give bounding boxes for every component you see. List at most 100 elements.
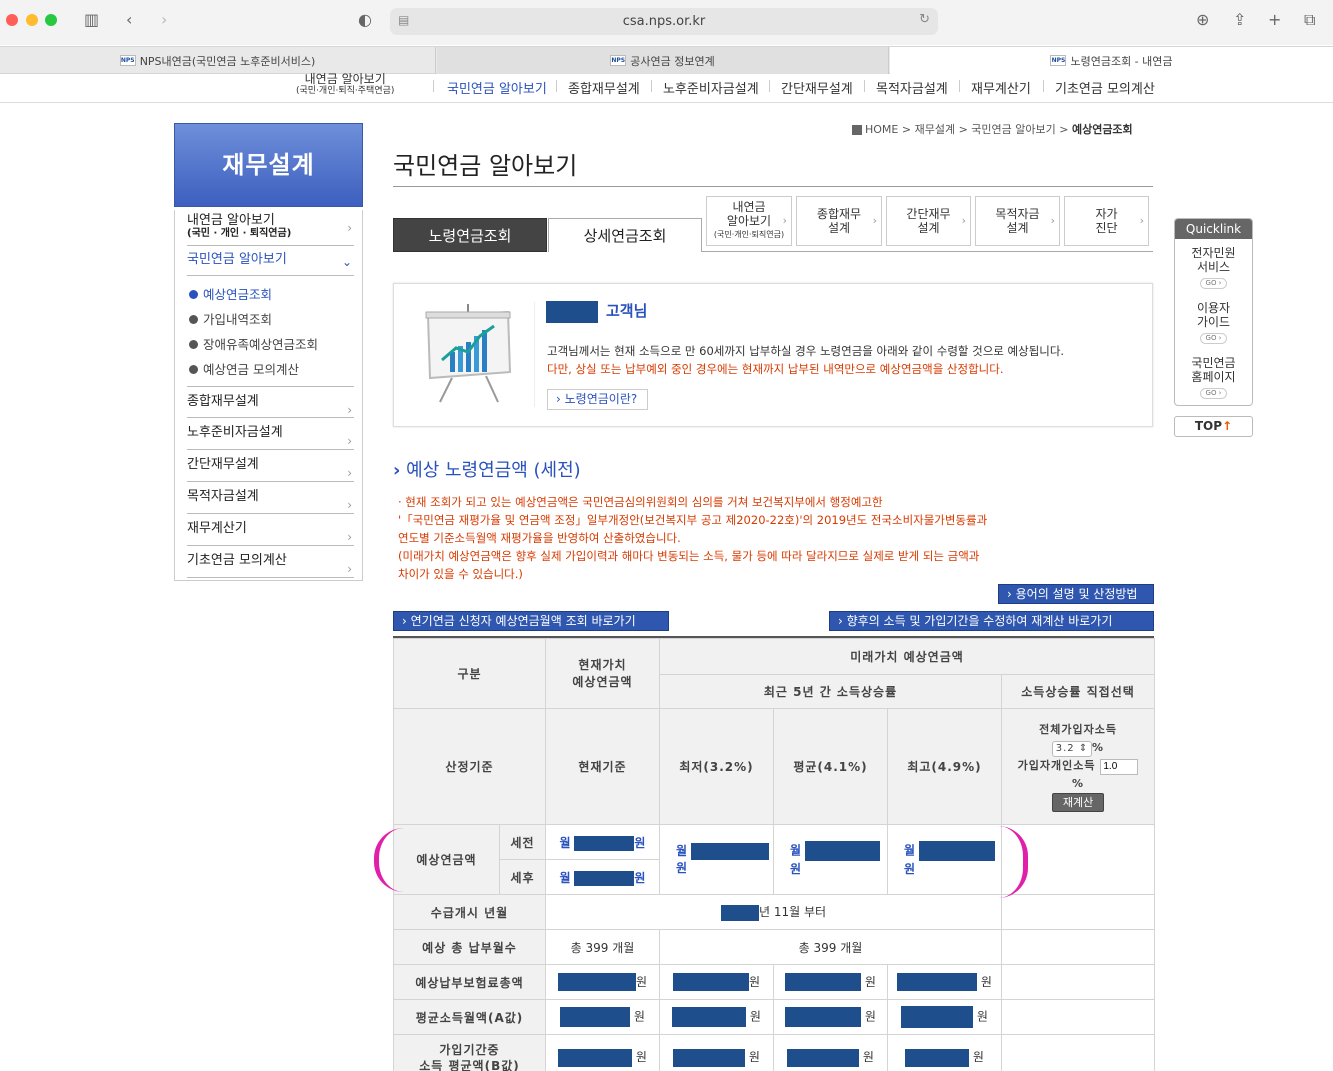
sidebar-sub-disability[interactable]: 장애유족예상연금조회 (189, 334, 318, 353)
minimize-window-button[interactable] (26, 14, 38, 26)
browser-tab[interactable]: NPS NPS내연금(국민연금 노후준비서비스) (0, 47, 436, 74)
browser-tab-active[interactable]: NPS 노령연금조회 - 내연금 (890, 47, 1333, 74)
quicklink-e-civil[interactable]: 전자민원 서비스 GO › (1175, 246, 1252, 289)
sidebar-item-retirement[interactable]: 노후준비자금설계 › (187, 418, 354, 450)
notice-line: 차이가 있을 수 있습니다.) (398, 567, 523, 581)
sidebar-sub-expected[interactable]: 예상연금조회 (189, 284, 272, 303)
redacted-name (546, 300, 598, 323)
what-is-old-age-pension-button[interactable]: › 노령연금이란? (547, 389, 649, 410)
terms-button[interactable]: › 용어의 설명 및 산정방법 (998, 584, 1154, 604)
nav-nps[interactable]: 국민연금 알아보기 (447, 78, 547, 97)
direct-rate-panel: 전체가입자소득 3.2 ⇕% 가입자개인소득 % 재계산 (1000, 708, 1156, 825)
browser-toolbar: ▥ ‹ › ◐ ▤ csa.nps.or.kr ↻ ⊕ ⇪ + ⧉ (0, 0, 1333, 45)
tab-detail-pension[interactable]: 상세연금조회 (548, 218, 702, 252)
chevron-right-icon: › (1050, 214, 1055, 227)
notice-line: 연도별 기준소득월액 재평가율을 반영하여 산출하였습니다. (398, 531, 681, 545)
page-title: 국민연금 알아보기 (393, 152, 578, 180)
header-recent-5y: 최근 5년 간 소득상승률 (659, 674, 1002, 709)
row-premium: 예상납부보험료총액 (393, 964, 546, 1000)
chevron-right-icon: › (347, 221, 352, 235)
chevron-right-icon: › (961, 214, 966, 227)
recalculate-link-button[interactable]: › 향후의 소득 및 가입기간을 수정하여 재계산 바로가기 (829, 611, 1154, 631)
arrow-up-icon: ↑ (1222, 419, 1233, 433)
sidebar-item-calculator[interactable]: 재무계산기 › (187, 514, 354, 546)
nav-comprehensive[interactable]: 종합재무설계 (568, 78, 640, 97)
quicklink-title: Quicklink (1175, 219, 1252, 239)
new-tab-icon[interactable]: + (1268, 10, 1281, 30)
minitab-simple[interactable]: 간단재무 설계 › (886, 196, 971, 246)
scroll-top-button[interactable]: TOP↑ (1174, 416, 1253, 437)
row-months: 예상 총 납부월수 (393, 929, 546, 965)
personal-income-input[interactable] (1100, 758, 1139, 775)
tab-title: 노령연금조회 - 내연금 (1070, 54, 1173, 68)
nav-my-pension[interactable]: 내연금 알아보기 (국민·개인·퇴직·주택연금) (296, 73, 394, 97)
sidebar-menu: 내연금 알아보기 (국민 · 개인 · 퇴직연금) › 국민연금 알아보기 ⌄ … (174, 210, 363, 581)
nav-simple[interactable]: 간단재무설계 (781, 78, 853, 97)
sidebar-item-simple[interactable]: 간단재무설계 › (187, 450, 354, 482)
recalc-button[interactable]: 재계산 (1051, 793, 1105, 812)
tab-title: NPS내연금(국민연금 노후준비서비스) (139, 54, 316, 68)
header-category: 구분 (393, 638, 546, 709)
site-top-nav: 내연금 알아보기 (국민·개인·퇴직·주택연금) 국민연금 알아보기 종합재무설계… (0, 73, 1333, 103)
back-icon[interactable]: ‹ (126, 10, 132, 30)
row-avg-b: 가입기간중 소득 평균액(B값) (393, 1034, 546, 1071)
quicklink-panel: Quicklink 전자민원 서비스 GO › 이용자 가이드 GO › 국민연금 … (1174, 218, 1253, 406)
nav-purpose[interactable]: 목적자금설계 (876, 78, 948, 97)
tab-overview-icon[interactable]: ⧉ (1304, 10, 1315, 30)
minitab-purpose[interactable]: 목적자금 설계 › (975, 196, 1060, 246)
download-icon[interactable]: ⊕ (1196, 10, 1209, 30)
zoom-window-button[interactable] (45, 14, 57, 26)
minitab-comprehensive[interactable]: 종합재무 설계 › (796, 196, 882, 246)
header-future-value: 미래가치 예상연금액 (658, 638, 1156, 675)
info-warning: 다만, 상실 또는 납부예외 중인 경우에는 현재까지 납부된 내역만으로 예상… (547, 362, 1004, 376)
redacted-value (720, 904, 759, 921)
redacted-value (574, 870, 635, 886)
tab-bar: NPS NPS내연금(국민연금 노후준비서비스) NPS 공사연금 정보연계 NPS… (0, 46, 1333, 74)
forward-icon[interactable]: › (161, 10, 167, 30)
address-bar[interactable]: ▤ csa.nps.or.kr ↻ (390, 8, 938, 35)
nps-favicon-icon: NPS (1050, 55, 1067, 66)
sidebar-item-my-pension[interactable]: 내연금 알아보기 (국민 · 개인 · 퇴직연금) › (187, 214, 354, 246)
chart-board-icon (425, 304, 512, 403)
minitab-my-pension[interactable]: 내연금 알아보기 (국민·개인·퇴직연금) › (706, 196, 792, 246)
row-start: 수급개시 년월 (393, 894, 546, 930)
bullet-icon (189, 290, 198, 299)
notice-line: (미래가치 예상연금액은 향후 실제 가입이력과 해마다 변동되는 소득, 물가… (398, 549, 980, 563)
sidebar-item-purpose[interactable]: 목적자금설계 › (187, 482, 354, 514)
redacted-value (918, 841, 995, 861)
sidebar-toggle-icon[interactable]: ▥ (84, 10, 99, 30)
nav-retirement[interactable]: 노후준비자금설계 (663, 78, 759, 97)
chevron-right-icon: › (393, 460, 401, 481)
bullet-icon (189, 315, 198, 324)
customer-name: 고객님 (546, 300, 647, 323)
sidebar-item-basic-pension[interactable]: 기초연금 모의계산 › (187, 546, 354, 578)
nav-basic-pension[interactable]: 기초연금 모의계산 (1055, 78, 1155, 97)
quicklink-guide[interactable]: 이용자 가이드 GO › (1175, 301, 1252, 344)
sidebar-title: 재무설계 (174, 123, 363, 207)
share-icon[interactable]: ⇪ (1233, 10, 1246, 30)
header-direct-select: 소득상승률 직접선택 (1000, 674, 1156, 709)
quicklink-homepage[interactable]: 국민연금 홈페이지 GO › (1175, 356, 1252, 399)
deferred-pension-button[interactable]: › 연기연금 신청자 예상연금월액 조회 바로가기 (393, 611, 669, 631)
rate-stepper[interactable]: 3.2 ⇕ (1052, 741, 1092, 757)
nav-calculator[interactable]: 재무계산기 (971, 78, 1031, 97)
minitab-self-check[interactable]: 자가 진단 › (1064, 196, 1149, 246)
sidebar-sub-history[interactable]: 가입내역조회 (189, 309, 272, 328)
browser-tab[interactable]: NPS 공사연금 정보연계 (437, 47, 889, 74)
annotation-left-paren (374, 828, 404, 892)
tab-old-age-pension[interactable]: 노령연금조회 (393, 218, 547, 252)
sidebar-item-nps[interactable]: 국민연금 알아보기 ⌄ (187, 250, 354, 276)
sidebar-item-comprehensive[interactable]: 종합재무설계 › (187, 386, 354, 418)
shield-icon[interactable]: ◐ (358, 10, 372, 30)
reload-icon[interactable]: ↻ (919, 12, 930, 27)
sidebar-sub-simulation[interactable]: 예상연금 모의계산 (189, 359, 299, 378)
header-current-value: 현재가치 예상연금액 (545, 638, 660, 709)
home-icon (852, 125, 862, 135)
bullet-icon (189, 340, 198, 349)
redacted-value (574, 835, 635, 851)
row-basis: 산정기준 (393, 708, 546, 825)
url-text: csa.nps.or.kr (622, 14, 706, 29)
close-window-button[interactable] (6, 14, 18, 26)
section-title: › 예상 노령연금액 (세전) (393, 460, 581, 481)
nps-favicon-icon: NPS (119, 55, 136, 66)
